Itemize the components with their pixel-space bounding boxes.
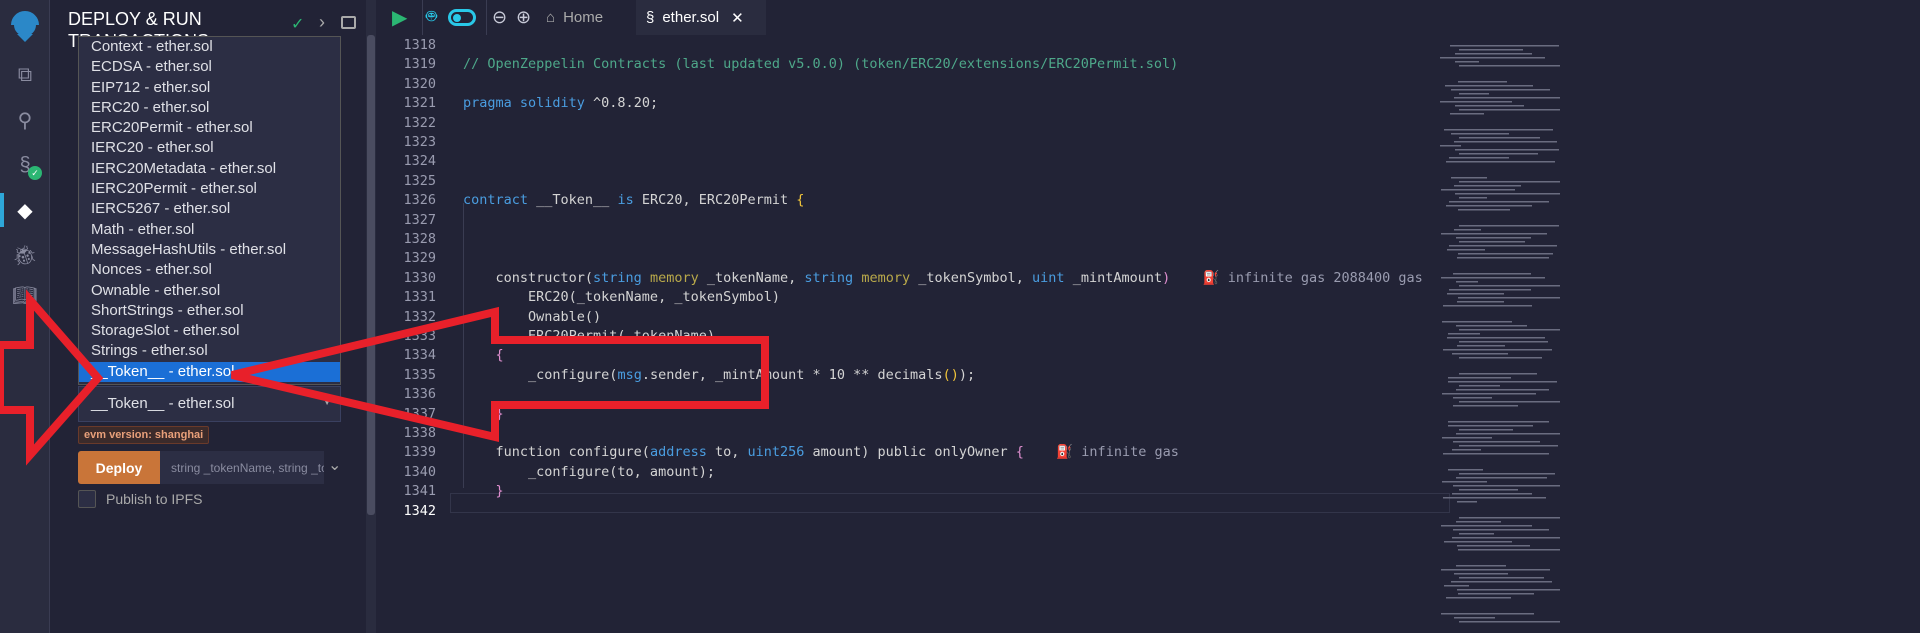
red-arrow-right (0, 289, 104, 466)
red-arrow-left (231, 306, 769, 443)
annotation-arrows (0, 289, 769, 466)
